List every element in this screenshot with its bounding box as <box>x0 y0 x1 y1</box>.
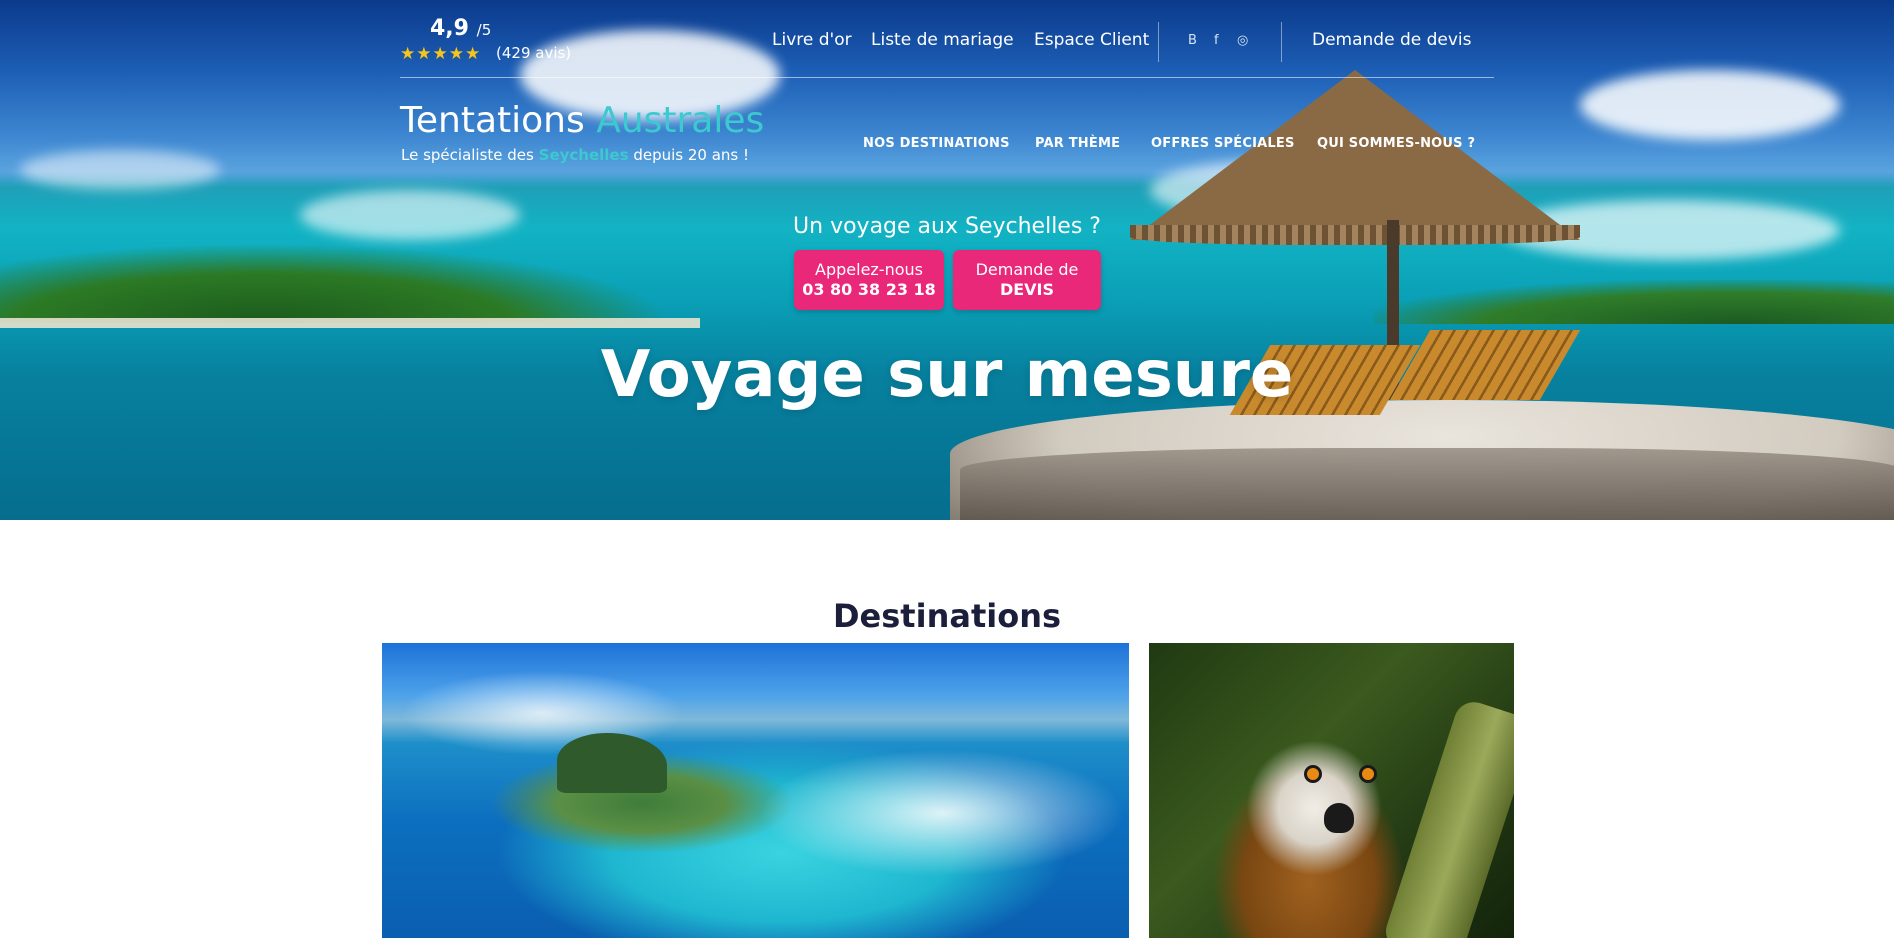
rating-score: 4,9 /5 <box>430 16 491 41</box>
rating-score-value: 4,9 <box>430 16 469 41</box>
hero-stone-wall <box>960 448 1894 520</box>
nav-about[interactable]: QUI SOMMES-NOUS ? <box>1317 136 1475 151</box>
destination-card-mauritius[interactable] <box>382 643 1129 938</box>
hero-banner <box>0 0 1894 520</box>
instagram-icon[interactable]: ◎ <box>1237 33 1248 48</box>
site-tagline: Le spécialiste des Seychelles depuis 20 … <box>401 146 749 164</box>
rating-stars-icon: ★★★★★ <box>400 44 482 64</box>
lemur-eye <box>1304 765 1322 783</box>
nav-by-theme[interactable]: PAR THÈME <box>1035 136 1120 151</box>
blog-icon[interactable]: B <box>1188 33 1197 48</box>
quote-button-label: Demande de <box>975 260 1079 279</box>
rating-scale: /5 <box>476 21 492 39</box>
hero-island-trees <box>0 245 660 323</box>
top-bar-divider <box>1281 22 1282 62</box>
header-divider <box>400 77 1494 78</box>
top-bar-divider <box>1158 22 1159 62</box>
destination-card-madagascar[interactable] <box>1149 643 1514 938</box>
call-button[interactable]: Appelez-nous 03 80 38 23 18 <box>794 250 944 310</box>
logo-text-accent: Australes <box>596 100 765 141</box>
call-button-label: Appelez-nous <box>815 260 923 279</box>
top-link-client-area[interactable]: Espace Client <box>1034 30 1149 50</box>
hero-question: Un voyage aux Seychelles ? <box>793 214 1101 239</box>
rating-review-count: (429 avis) <box>496 44 572 62</box>
destinations-title: Destinations <box>832 597 1062 635</box>
hero-island-trees-right <box>1374 280 1894 324</box>
tagline-text: Le spécialiste des <box>401 146 534 164</box>
nav-special-offers[interactable]: OFFRES SPÉCIALES <box>1151 136 1295 151</box>
quote-button[interactable]: Demande de DEVIS <box>953 250 1101 310</box>
nav-destinations[interactable]: NOS DESTINATIONS <box>863 136 1010 151</box>
quote-button-strong: DEVIS <box>999 280 1055 299</box>
hero-beach <box>0 318 700 328</box>
tagline-accent: Seychelles <box>538 146 629 164</box>
top-link-guestbook[interactable]: Livre d'or <box>772 30 852 50</box>
hero-cloud <box>20 150 220 190</box>
branch-image-detail <box>1380 697 1514 938</box>
top-link-wedding-list[interactable]: Liste de mariage <box>871 30 1014 50</box>
call-button-number: 03 80 38 23 18 <box>802 280 936 299</box>
mountain-image-detail <box>557 733 667 793</box>
site-logo[interactable]: Tentations Australes <box>400 100 764 141</box>
facebook-icon[interactable]: f <box>1214 33 1219 48</box>
hero-title: Voyage sur mesure <box>600 338 1294 412</box>
lemur-eye <box>1359 765 1377 783</box>
hero-cloud <box>1580 70 1840 140</box>
lemur-nose <box>1324 803 1354 833</box>
logo-text-primary: Tentations <box>400 100 585 141</box>
tagline-text-end: depuis 20 ans ! <box>633 146 749 164</box>
top-link-quote-request[interactable]: Demande de devis <box>1312 30 1472 50</box>
